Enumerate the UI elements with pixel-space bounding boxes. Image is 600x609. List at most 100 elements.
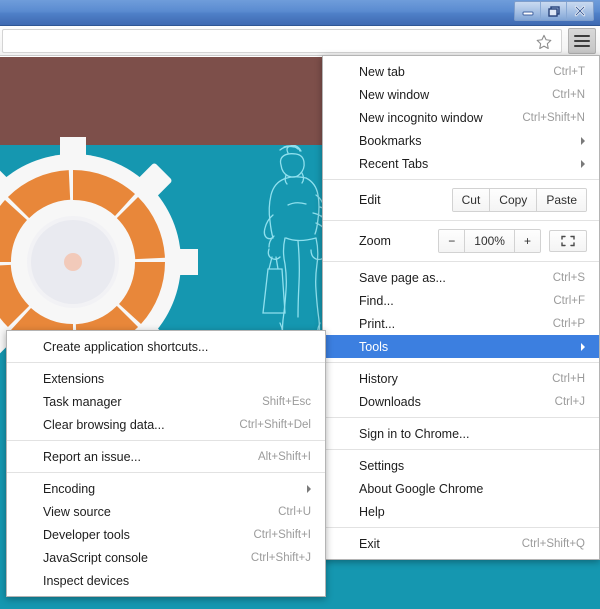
menu-separator (7, 440, 325, 441)
edit-button-group: CutCopyPaste (452, 188, 587, 212)
menu-item-settings[interactable]: Settings (323, 454, 599, 477)
hamburger-line-3 (574, 45, 590, 47)
menu-separator (7, 472, 325, 473)
minimize-icon (521, 5, 535, 17)
menu-shortcut-javascript-console: Ctrl+Shift+J (251, 552, 311, 564)
browser-toolbar (0, 26, 600, 56)
menu-shortcut-new-incognito-window: Ctrl+Shift+N (522, 112, 585, 124)
paste-button[interactable]: Paste (537, 189, 586, 211)
tools-item-task-manager[interactable]: Task managerShift+Esc (7, 390, 325, 413)
menu-label-sign-in-to-chrome: Sign in to Chrome... (359, 427, 585, 441)
menu-label-print: Print... (359, 317, 539, 331)
menu-label-new-tab: New tab (359, 65, 539, 79)
menu-shortcut-new-tab: Ctrl+T (553, 66, 585, 78)
tools-item-report-an-issue[interactable]: Report an issue...Alt+Shift+I (7, 445, 325, 468)
tools-item-extensions[interactable]: Extensions (7, 367, 325, 390)
tools-item-developer-tools[interactable]: Developer tools Ctrl+Shift+I (7, 523, 325, 546)
menu-label-extensions: Extensions (43, 372, 311, 386)
menu-item-save-page-as[interactable]: Save page as...Ctrl+S (323, 266, 599, 289)
zoom-button-group: −100%+ (438, 229, 541, 253)
menu-separator (323, 449, 599, 450)
address-input[interactable] (9, 32, 529, 50)
menu-shortcut-view-source: Ctrl+U (278, 506, 311, 518)
tools-item-view-source[interactable]: View source Ctrl+U (7, 500, 325, 523)
menu-label-clear-browsing-data: Clear browsing data... (43, 418, 225, 432)
tools-item-javascript-console[interactable]: JavaScript console Ctrl+Shift+J (7, 546, 325, 569)
fullscreen-button[interactable] (549, 230, 587, 252)
menu-shortcut-report-an-issue: Alt+Shift+I (258, 451, 311, 463)
chevron-right-icon (581, 343, 585, 351)
window-titlebar (0, 0, 600, 26)
tools-item-create-application-shortcuts[interactable]: Create application shortcuts... (7, 335, 325, 358)
menu-label-new-window: New window (359, 88, 538, 102)
menu-label-history: History (359, 372, 538, 386)
menu-shortcut-new-window: Ctrl+N (552, 89, 585, 101)
chrome-main-menu: New tab Ctrl+T New window Ctrl+N New incogni… (322, 55, 600, 560)
menu-label-javascript-console: JavaScript console (43, 551, 237, 565)
window-controls (514, 1, 594, 21)
restore-button[interactable] (541, 2, 567, 20)
menu-item-about-google-chrome[interactable]: About Google Chrome (323, 477, 599, 500)
menu-shortcut-exit: Ctrl+Shift+Q (522, 538, 585, 550)
menu-separator (323, 261, 599, 262)
zoom-out-button[interactable]: − (439, 230, 465, 252)
address-bar[interactable] (2, 29, 562, 53)
menu-item-recent-tabs[interactable]: Recent Tabs (323, 152, 599, 175)
menu-label-downloads: Downloads (359, 395, 541, 409)
menu-label-recent-tabs: Recent Tabs (359, 157, 571, 171)
menu-separator (323, 417, 599, 418)
menu-item-exit[interactable]: Exit Ctrl+Shift+Q (323, 532, 599, 555)
zoom-in-button[interactable]: + (515, 230, 540, 252)
menu-shortcut-developer-tools: Ctrl+Shift+I (253, 529, 311, 541)
menu-label-exit: Exit (359, 537, 508, 551)
menu-item-tools[interactable]: Tools (323, 335, 599, 358)
menu-label-find: Find... (359, 294, 539, 308)
menu-separator (323, 527, 599, 528)
minimize-button[interactable] (515, 2, 541, 20)
menu-item-sign-in-to-chrome[interactable]: Sign in to Chrome... (323, 422, 599, 445)
restore-icon (547, 5, 561, 17)
cut-button[interactable]: Cut (453, 189, 491, 211)
menu-item-history[interactable]: History Ctrl+H (323, 367, 599, 390)
menu-label-view-source: View source (43, 505, 264, 519)
tools-item-inspect-devices[interactable]: Inspect devices (7, 569, 325, 592)
hamburger-line-1 (574, 35, 590, 37)
menu-label-task-manager: Task manager (43, 395, 248, 409)
menu-shortcut-downloads: Ctrl+J (555, 396, 585, 408)
chrome-menu-button[interactable] (568, 28, 596, 54)
zoom-level-value: 100% (465, 230, 515, 252)
close-icon (573, 5, 587, 17)
menu-label-encoding: Encoding (43, 482, 297, 496)
hamburger-line-2 (574, 40, 590, 42)
menu-label-edit: Edit (359, 193, 452, 207)
menu-item-print[interactable]: Print...Ctrl+P (323, 312, 599, 335)
menu-shortcut-clear-browsing-data: Ctrl+Shift+Del (239, 419, 311, 431)
menu-label-create-application-shortcuts: Create application shortcuts... (43, 340, 311, 354)
menu-label-bookmarks: Bookmarks (359, 134, 571, 148)
menu-separator (323, 220, 599, 221)
menu-shortcut-save-page-as: Ctrl+S (553, 272, 585, 284)
chevron-right-icon (581, 137, 585, 145)
menu-item-find[interactable]: Find...Ctrl+F (323, 289, 599, 312)
menu-item-downloads[interactable]: Downloads Ctrl+J (323, 390, 599, 413)
menu-label-developer-tools: Developer tools (43, 528, 239, 542)
menu-label-new-incognito-window: New incognito window (359, 111, 508, 125)
close-button[interactable] (567, 2, 593, 20)
tools-item-encoding[interactable]: Encoding (7, 477, 325, 500)
menu-item-new-tab[interactable]: New tab Ctrl+T (323, 60, 599, 83)
menu-separator (323, 362, 599, 363)
chevron-right-icon (581, 160, 585, 168)
menu-label-inspect-devices: Inspect devices (43, 574, 311, 588)
menu-shortcut-history: Ctrl+H (552, 373, 585, 385)
menu-item-bookmarks[interactable]: Bookmarks (323, 129, 599, 152)
browser-window: H (0, 0, 600, 609)
menu-label-help: Help (359, 505, 585, 519)
menu-item-help[interactable]: Help (323, 500, 599, 523)
menu-separator (323, 179, 599, 180)
menu-item-new-window[interactable]: New window Ctrl+N (323, 83, 599, 106)
menu-item-new-incognito-window[interactable]: New incognito window Ctrl+Shift+N (323, 106, 599, 129)
menu-label-tools: Tools (359, 340, 571, 354)
tools-item-clear-browsing-data[interactable]: Clear browsing data... Ctrl+Shift+Del (7, 413, 325, 436)
bookmark-star-icon[interactable] (535, 33, 553, 51)
copy-button[interactable]: Copy (490, 189, 537, 211)
